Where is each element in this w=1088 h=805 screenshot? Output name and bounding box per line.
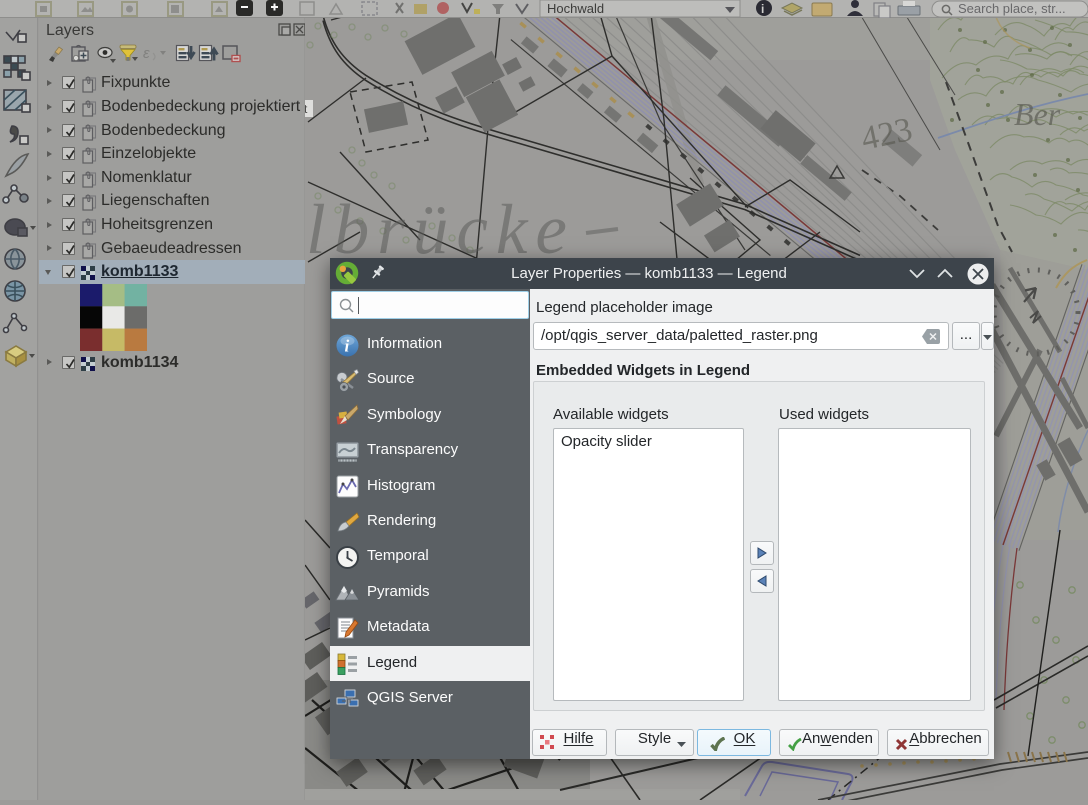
svg-text:Hochwald: Hochwald (547, 1, 604, 16)
svg-text:Ber: Ber (1014, 96, 1061, 132)
svg-text:i: i (761, 2, 764, 16)
svg-text:i: i (345, 336, 350, 355)
svg-text:ε: ε (143, 45, 150, 62)
svg-text:Search place, str...: Search place, str... (958, 1, 1066, 16)
